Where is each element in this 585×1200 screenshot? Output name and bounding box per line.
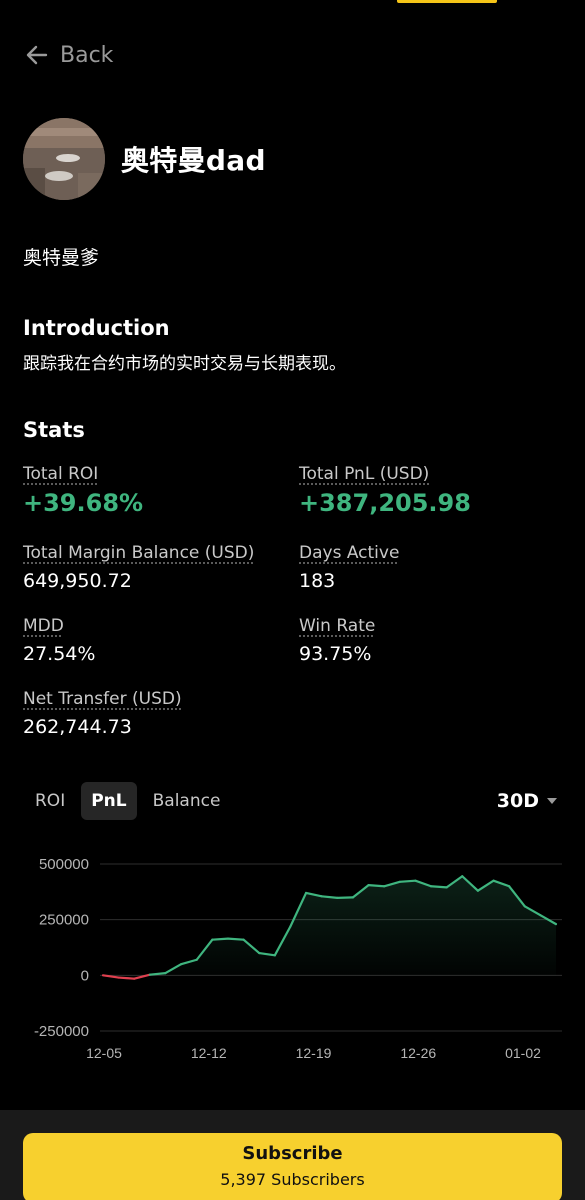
stat-value-total-margin-balance: 649,950.72: [23, 570, 132, 592]
x-tick-label: 01-02: [505, 1045, 541, 1061]
stat-value-days-active: 183: [299, 570, 336, 592]
stat-value-mdd: 27.54%: [23, 643, 96, 665]
avatar-image: [23, 118, 105, 200]
stat-label-win-rate[interactable]: Win Rate: [299, 616, 375, 636]
stat-label-days-active[interactable]: Days Active: [299, 543, 399, 563]
x-tick-label: 12-26: [400, 1045, 436, 1061]
x-tick-label: 12-19: [296, 1045, 332, 1061]
subscriber-count: 5,397 Subscribers: [220, 1170, 365, 1189]
stat-mdd: MDD 27.54%: [23, 616, 95, 665]
period-label: 30D: [496, 790, 539, 812]
stat-total-margin-balance: Total Margin Balance (USD) 649,950.72: [23, 543, 254, 592]
pnl-chart[interactable]: 500000 250000 0 -250000 12-05 12-12 12-19 12-26…: [0, 840, 585, 1070]
stats-title: Stats: [23, 418, 85, 442]
line-segment: [148, 972, 167, 976]
stat-win-rate: Win Rate 93.75%: [299, 616, 375, 665]
y-tick-label: 250000: [39, 912, 89, 929]
stat-value-total-pnl: +387,205.98: [299, 489, 471, 517]
x-tick-label: 12-05: [86, 1045, 122, 1061]
introduction-text: 跟踪我在合约市场的实时交易与长期表现。: [23, 354, 346, 374]
profile-header: 奥特曼dad: [23, 118, 266, 200]
stat-total-pnl: Total PnL (USD) +387,205.98: [299, 464, 471, 517]
y-tick-label: -250000: [34, 1023, 89, 1040]
stat-value-win-rate: 93.75%: [299, 643, 372, 665]
stat-label-total-roi[interactable]: Total ROI: [23, 464, 143, 484]
stat-label-total-margin-balance[interactable]: Total Margin Balance (USD): [23, 543, 254, 563]
subscribe-button[interactable]: Subscribe 5,397 Subscribers: [23, 1133, 562, 1200]
stat-value-net-transfer: 262,744.73: [23, 716, 132, 738]
profile-nickname: 奥特曼爹: [23, 247, 100, 269]
period-selector[interactable]: 30D: [497, 790, 557, 812]
x-tick-label: 12-12: [191, 1045, 227, 1061]
back-label: Back: [60, 42, 114, 68]
top-indicator: [397, 0, 497, 3]
line-segment: [226, 937, 245, 941]
stat-net-transfer: Net Transfer (USD) 262,744.73: [23, 689, 182, 738]
stat-days-active: Days Active 183: [299, 543, 399, 592]
introduction-title: Introduction: [23, 316, 170, 340]
profile-name: 奥特曼dad: [121, 144, 266, 177]
stat-label-total-pnl[interactable]: Total PnL (USD): [299, 464, 471, 484]
line-segment: [429, 885, 448, 889]
avatar[interactable]: [23, 118, 105, 200]
stat-label-mdd[interactable]: MDD: [23, 616, 95, 636]
line-segment: [211, 937, 230, 941]
back-button[interactable]: Back: [24, 42, 113, 68]
line-segment: [117, 976, 136, 980]
y-tick-label: 500000: [39, 856, 89, 873]
line-segment: [320, 895, 339, 899]
subscribe-label: Subscribe: [242, 1143, 343, 1164]
tab-pnl[interactable]: PnL: [81, 782, 137, 820]
stat-value-total-roi: +39.68%: [23, 489, 144, 517]
line-segment: [367, 884, 386, 888]
stat-total-roi: Total ROI +39.68%: [23, 464, 143, 517]
chart-tabs: ROI PnL Balance: [25, 782, 230, 820]
tab-roi[interactable]: ROI: [25, 782, 75, 820]
y-tick-label: 0: [81, 967, 89, 984]
stat-label-net-transfer[interactable]: Net Transfer (USD): [23, 689, 182, 709]
arrow-left-icon: [26, 45, 48, 65]
tab-balance[interactable]: Balance: [143, 782, 231, 820]
caret-down-icon: [547, 798, 557, 804]
line-segment: [398, 879, 417, 883]
area-fill: [103, 876, 556, 976]
